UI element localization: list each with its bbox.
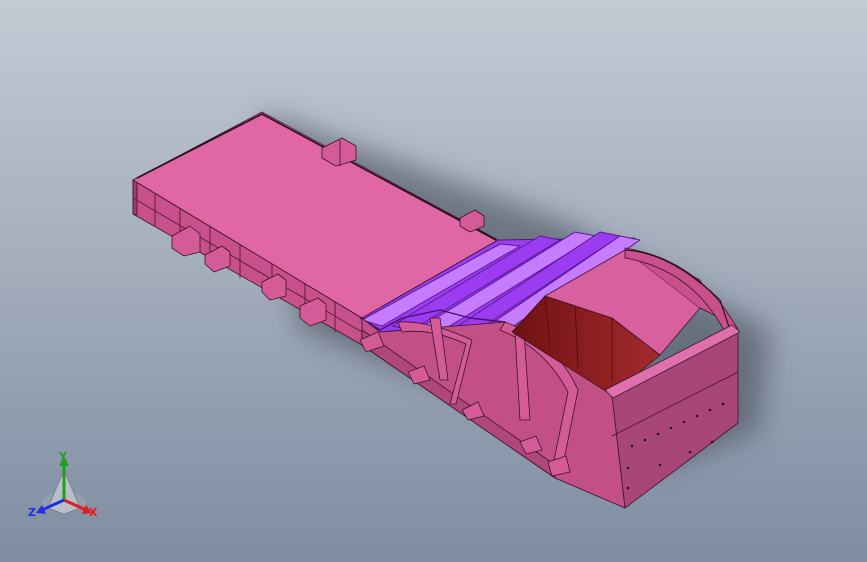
box-front-end (132, 177, 138, 216)
triad-x-label: X (89, 506, 98, 519)
cad-graphics-viewport[interactable]: Y X Z (0, 0, 867, 562)
triad-y-label: Y (58, 450, 68, 463)
model-canvas[interactable]: Y X Z (0, 0, 867, 562)
triad-z-label: Z (28, 506, 36, 519)
